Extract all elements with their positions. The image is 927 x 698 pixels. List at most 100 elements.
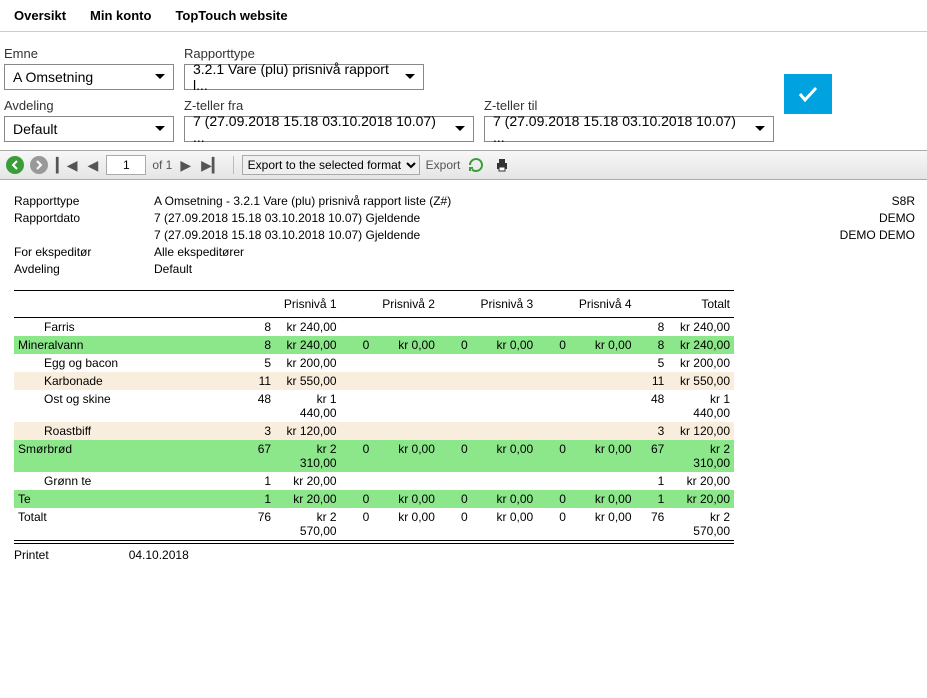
next-page-button[interactable]: ▶ bbox=[178, 157, 193, 174]
meta-rapportdato-value1: 7 (27.09.2018 15.18 03.10.2018 10.07) Gj… bbox=[154, 211, 451, 225]
row-cell: kr 550,00 bbox=[668, 372, 734, 390]
row-cell: kr 0,00 bbox=[472, 440, 538, 472]
row-cell: 8 bbox=[636, 318, 669, 337]
row-cell: 0 bbox=[537, 336, 570, 354]
row-cell: kr 0,00 bbox=[373, 440, 439, 472]
table-row: Egg og bacon5kr 200,005kr 200,00 bbox=[14, 354, 734, 372]
row-cell bbox=[439, 354, 472, 372]
row-cell: kr 20,00 bbox=[668, 472, 734, 490]
row-cell bbox=[341, 318, 374, 337]
ztil-label: Z-teller til bbox=[484, 98, 774, 113]
row-cell: 1 bbox=[242, 490, 275, 508]
meta-rapportdato-value2: 7 (27.09.2018 15.18 03.10.2018 10.07) Gj… bbox=[154, 228, 451, 242]
row-cell: 5 bbox=[242, 354, 275, 372]
page-number-input[interactable] bbox=[106, 155, 146, 175]
row-cell: kr 0,00 bbox=[570, 490, 636, 508]
row-cell bbox=[341, 472, 374, 490]
rapporttype-dropdown[interactable]: 3.2.1 Vare (plu) prisnivå rapport l... bbox=[184, 64, 424, 90]
row-cell: 8 bbox=[636, 336, 669, 354]
row-cell bbox=[472, 354, 538, 372]
row-name: Ost og skine bbox=[14, 390, 242, 422]
menu-min-konto[interactable]: Min konto bbox=[78, 4, 163, 27]
row-cell bbox=[373, 422, 439, 440]
row-cell bbox=[570, 354, 636, 372]
nav-back-button[interactable] bbox=[6, 156, 24, 174]
row-cell: 67 bbox=[636, 440, 669, 472]
row-cell: 8 bbox=[242, 336, 275, 354]
avdeling-dropdown[interactable]: Default bbox=[4, 116, 174, 142]
header-totalt: Totalt bbox=[636, 291, 734, 318]
row-cell bbox=[570, 422, 636, 440]
header-prisniva4: Prisnivå 4 bbox=[537, 291, 635, 318]
table-row: Smørbrød67kr 2 310,000kr 0,000kr 0,000kr… bbox=[14, 440, 734, 472]
last-page-button[interactable]: ▶▎ bbox=[199, 157, 225, 174]
row-cell bbox=[341, 372, 374, 390]
report-toolbar: ▎◀ ◀ of 1 ▶ ▶▎ Export to the selected fo… bbox=[0, 150, 927, 180]
row-cell: 0 bbox=[341, 336, 374, 354]
meta-eksp-value: Alle ekspeditører bbox=[154, 245, 451, 259]
row-cell: 0 bbox=[439, 508, 472, 541]
print-button[interactable] bbox=[492, 155, 512, 175]
nav-forward-button[interactable] bbox=[30, 156, 48, 174]
row-cell: 1 bbox=[636, 490, 669, 508]
meta-demo2: DEMO DEMO bbox=[840, 228, 915, 242]
row-cell: kr 0,00 bbox=[472, 490, 538, 508]
header-prisniva2: Prisnivå 2 bbox=[341, 291, 439, 318]
table-row: Totalt76kr 2 570,000kr 0,000kr 0,000kr 0… bbox=[14, 508, 734, 541]
row-cell: kr 2 310,00 bbox=[668, 440, 734, 472]
meta-rapporttype-label: Rapporttype bbox=[14, 194, 154, 208]
row-cell: kr 200,00 bbox=[668, 354, 734, 372]
row-cell: kr 550,00 bbox=[275, 372, 341, 390]
table-row: Roastbiff3kr 120,003kr 120,00 bbox=[14, 422, 734, 440]
report-footer: Printet 04.10.2018 bbox=[14, 543, 734, 562]
page-of-label: of 1 bbox=[152, 158, 172, 172]
ztil-dropdown[interactable]: 7 (27.09.2018 15.18 03.10.2018 10.07) ..… bbox=[484, 116, 774, 142]
prev-page-button[interactable]: ◀ bbox=[86, 157, 101, 174]
export-button[interactable]: Export bbox=[426, 158, 461, 172]
row-cell bbox=[373, 318, 439, 337]
row-cell: 0 bbox=[439, 440, 472, 472]
export-format-select[interactable]: Export to the selected format bbox=[242, 155, 420, 175]
row-cell bbox=[570, 472, 636, 490]
row-cell bbox=[537, 318, 570, 337]
row-cell: kr 0,00 bbox=[472, 336, 538, 354]
refresh-button[interactable] bbox=[466, 155, 486, 175]
confirm-button[interactable] bbox=[784, 74, 832, 114]
row-name: Te bbox=[14, 490, 242, 508]
row-cell: kr 0,00 bbox=[373, 490, 439, 508]
row-cell: 0 bbox=[341, 508, 374, 541]
row-cell: 48 bbox=[636, 390, 669, 422]
emne-dropdown[interactable]: A Omsetning bbox=[4, 64, 174, 90]
header-prisniva1: Prisnivå 1 bbox=[242, 291, 340, 318]
meta-avdeling-label: Avdeling bbox=[14, 262, 154, 276]
table-row: Ost og skine48kr 1 440,0048kr 1 440,00 bbox=[14, 390, 734, 422]
rapporttype-label: Rapporttype bbox=[184, 46, 774, 61]
row-cell: kr 0,00 bbox=[373, 336, 439, 354]
arrow-right-icon bbox=[34, 160, 44, 170]
row-cell bbox=[373, 472, 439, 490]
row-cell: kr 20,00 bbox=[275, 490, 341, 508]
meta-rapporttype-value: A Omsetning - 3.2.1 Vare (plu) prisnivå … bbox=[154, 194, 451, 208]
zfra-dropdown[interactable]: 7 (27.09.2018 15.18 03.10.2018 10.07) ..… bbox=[184, 116, 474, 142]
row-cell bbox=[373, 390, 439, 422]
row-cell: 11 bbox=[242, 372, 275, 390]
report-metadata: Rapporttype A Omsetning - 3.2.1 Vare (pl… bbox=[0, 180, 927, 284]
row-cell: kr 1 440,00 bbox=[275, 390, 341, 422]
row-cell: kr 200,00 bbox=[275, 354, 341, 372]
menu-oversikt[interactable]: Oversikt bbox=[2, 4, 78, 27]
row-name: Mineralvann bbox=[14, 336, 242, 354]
row-cell: kr 0,00 bbox=[570, 336, 636, 354]
menu-toptouch-website[interactable]: TopTouch website bbox=[163, 4, 299, 27]
row-cell: 67 bbox=[242, 440, 275, 472]
row-cell: kr 120,00 bbox=[668, 422, 734, 440]
row-cell: kr 240,00 bbox=[275, 318, 341, 337]
avdeling-label: Avdeling bbox=[4, 98, 174, 113]
row-cell: 3 bbox=[636, 422, 669, 440]
row-cell: kr 240,00 bbox=[668, 336, 734, 354]
zfra-label: Z-teller fra bbox=[184, 98, 474, 113]
row-cell bbox=[570, 372, 636, 390]
first-page-button[interactable]: ▎◀ bbox=[54, 157, 80, 174]
printet-value: 04.10.2018 bbox=[129, 548, 189, 562]
filter-form: Emne A Omsetning Rapporttype 3.2.1 Vare … bbox=[0, 32, 927, 150]
row-cell: 1 bbox=[242, 472, 275, 490]
